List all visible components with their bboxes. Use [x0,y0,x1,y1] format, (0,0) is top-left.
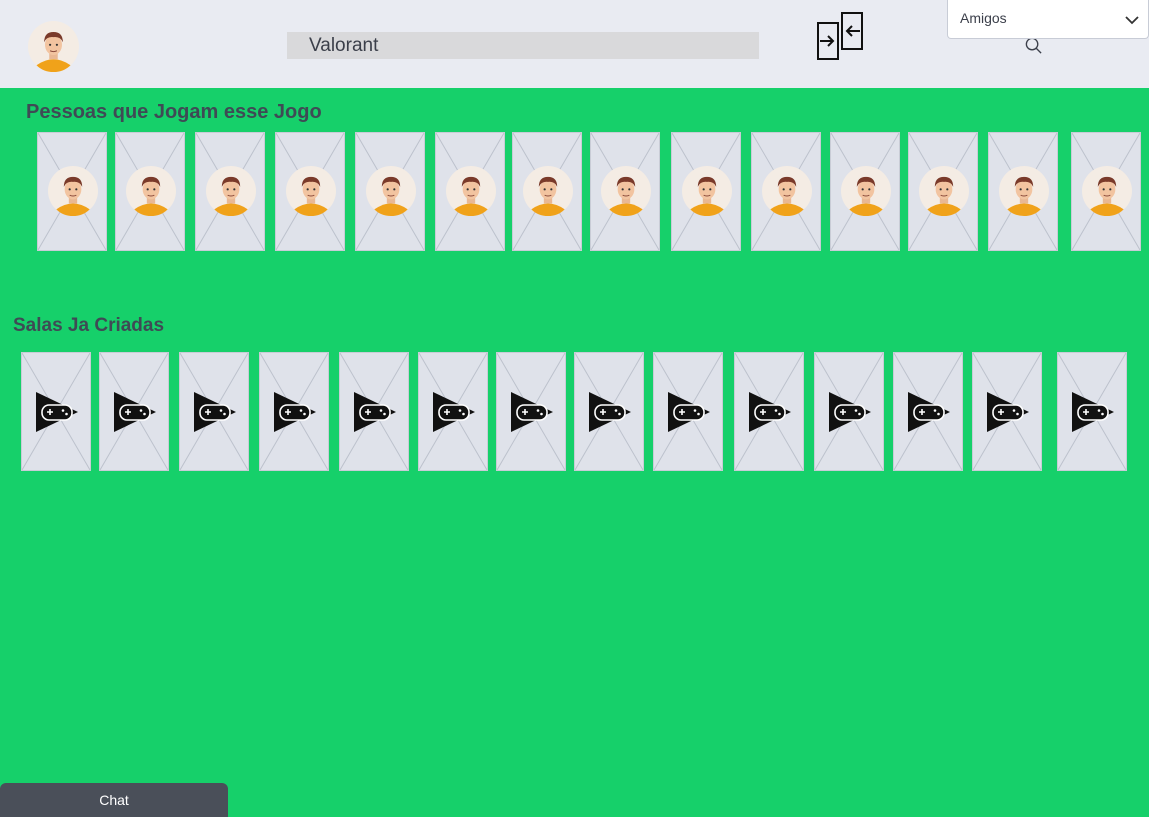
search-input[interactable] [287,32,727,59]
top-header: Amigos [0,0,1149,88]
game-controller-icon [32,386,82,436]
player-card[interactable] [988,132,1058,251]
room-card[interactable] [418,352,488,471]
people-section-title: Pessoas que Jogam esse Jogo [26,101,322,123]
search-bar [287,32,1042,59]
player-card[interactable] [1071,132,1141,251]
player-card[interactable] [435,132,505,251]
user-avatar-icon [919,166,969,216]
game-controller-icon [983,386,1033,436]
game-controller-icon [585,386,635,436]
user-avatar-icon [762,166,812,216]
game-controller-icon [664,386,714,436]
user-avatar-icon [999,166,1049,216]
user-avatar-icon[interactable] [28,21,79,72]
swap-arrows-icon[interactable] [816,11,866,61]
room-card[interactable] [814,352,884,471]
game-controller-icon [190,386,240,436]
game-controller-icon [429,386,479,436]
player-card[interactable] [512,132,582,251]
user-avatar-icon [523,166,573,216]
room-card[interactable] [734,352,804,471]
player-card[interactable] [195,132,265,251]
game-controller-icon [350,386,400,436]
room-card[interactable] [893,352,963,471]
room-card[interactable] [972,352,1042,471]
room-card[interactable] [99,352,169,471]
user-avatar-icon [841,166,891,216]
player-card[interactable] [671,132,741,251]
chevron-down-icon [1125,16,1139,25]
room-card[interactable] [259,352,329,471]
user-avatar-icon [682,166,732,216]
user-avatar-icon [601,166,651,216]
game-controller-icon [825,386,875,436]
friends-dropdown[interactable]: Amigos [947,0,1149,39]
player-card[interactable] [590,132,660,251]
player-card[interactable] [830,132,900,251]
chat-button[interactable]: Chat [0,783,228,817]
game-controller-icon [110,386,160,436]
room-card[interactable] [179,352,249,471]
player-card[interactable] [751,132,821,251]
user-avatar-icon [206,166,256,216]
player-card[interactable] [275,132,345,251]
chat-label: Chat [99,792,129,808]
user-avatar-icon [126,166,176,216]
player-card[interactable] [37,132,107,251]
game-controller-icon [904,386,954,436]
user-avatar-icon [286,166,336,216]
game-controller-icon [270,386,320,436]
room-card[interactable] [496,352,566,471]
game-controller-icon [745,386,795,436]
room-card[interactable] [653,352,723,471]
player-card[interactable] [115,132,185,251]
game-controller-icon [507,386,557,436]
room-card[interactable] [339,352,409,471]
room-card[interactable] [1057,352,1127,471]
user-avatar-icon [446,166,496,216]
room-card[interactable] [574,352,644,471]
player-card[interactable] [908,132,978,251]
rooms-section-title: Salas Ja Criadas [13,315,165,336]
player-card[interactable] [355,132,425,251]
user-avatar-icon [48,166,98,216]
dropdown-selected-label: Amigos [960,10,1007,26]
user-avatar-icon [1082,166,1132,216]
user-avatar-icon [366,166,416,216]
room-card[interactable] [21,352,91,471]
game-controller-icon [1068,386,1118,436]
